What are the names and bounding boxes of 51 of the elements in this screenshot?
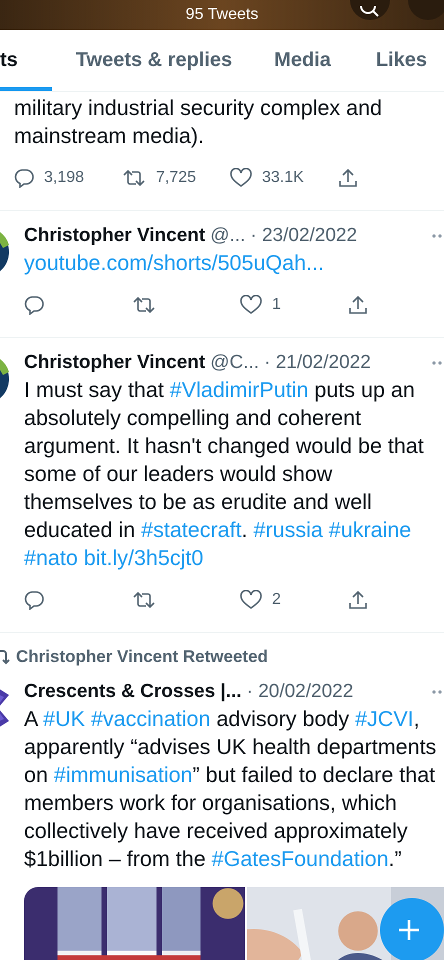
retweet-icon[interactable] <box>122 168 146 188</box>
hashtag-link[interactable]: #immunisation <box>54 763 193 787</box>
share-icon[interactable] <box>348 295 368 315</box>
like-count: 33.1K <box>262 169 304 187</box>
like-count: 2 <box>272 591 281 609</box>
url-link[interactable]: bit.ly/3h5cjt0 <box>84 546 204 570</box>
hashtag-link[interactable]: #GatesFoundation <box>212 847 389 871</box>
tweet-date: · 23/02/2022 <box>250 225 358 247</box>
profile-tab[interactable]: Media <box>256 30 352 91</box>
like-count: 1 <box>272 296 281 314</box>
retweet-icon <box>0 649 10 665</box>
author-name: Christopher Vincent <box>24 352 206 374</box>
retweet-icon[interactable] <box>132 295 156 315</box>
author-name: Christopher Vincent <box>24 225 206 247</box>
heart-icon[interactable] <box>240 295 262 315</box>
heart-icon[interactable] <box>240 590 262 610</box>
plus-icon <box>397 918 421 942</box>
url-link[interactable]: youtube.com/shorts/505uQah... <box>24 251 324 275</box>
hashtag-link[interactable]: #statecraft <box>141 518 242 542</box>
profile-tab[interactable]: ts <box>0 30 52 91</box>
hashtag-link[interactable]: #JCVI <box>355 707 414 731</box>
profile-tab[interactable]: Tweets & replies <box>52 30 256 91</box>
author-handle: @... <box>210 225 246 247</box>
tweet-text: I must say that #VladimirPutin puts up an absolutely compelling and coherent argument. It hasn't changed would be that some of our leaders would show themselves to be as erudite and well educated in #statecraft. #russia #ukraine #nato bit.ly/3h5cjt0 <box>24 377 425 572</box>
profile-tab[interactable]: Likes <box>352 30 427 91</box>
share-icon[interactable] <box>338 168 358 188</box>
reply-icon[interactable] <box>24 295 44 315</box>
tweet-count: 95 Tweets <box>186 6 258 25</box>
retweet-count: 7,725 <box>156 169 196 187</box>
retweet-icon[interactable] <box>132 590 156 610</box>
author-name: Crescents & Crosses |... <box>24 681 242 703</box>
author-handle: @C... <box>210 352 260 374</box>
tweet-text: A #UK #vaccination advisory body #JCVI, apparently “advises UK health departments on #immunisation” but failed to declare that members work for organisations, which collectively have received approximately $1billion – from the #GatesFoundation.” <box>24 706 438 873</box>
hashtag-link[interactable]: #nato <box>24 546 78 570</box>
share-icon[interactable] <box>348 590 368 610</box>
hashtag-link[interactable]: #VladimirPutin <box>170 378 308 402</box>
reply-icon[interactable] <box>14 168 34 188</box>
more-icon[interactable] <box>432 690 442 694</box>
hashtag-link[interactable]: #ukraine <box>328 518 412 542</box>
tweet-date: · 20/02/2022 <box>246 681 354 703</box>
tweet-text: military industrial security complex and mainstream media). <box>14 95 384 150</box>
retweet-label: Christopher Vincent Retweeted <box>16 647 268 667</box>
tweet-date: · 21/02/2022 <box>264 352 371 374</box>
reply-count: 3,198 <box>44 169 84 187</box>
reply-icon[interactable] <box>24 590 44 610</box>
hashtag-link[interactable]: #vaccination <box>90 707 210 731</box>
heart-icon[interactable] <box>230 168 252 188</box>
hashtag-link[interactable]: #russia <box>254 518 323 542</box>
more-icon[interactable] <box>432 234 442 238</box>
more-icon[interactable] <box>432 361 442 365</box>
hashtag-link[interactable]: #UK <box>43 707 85 731</box>
